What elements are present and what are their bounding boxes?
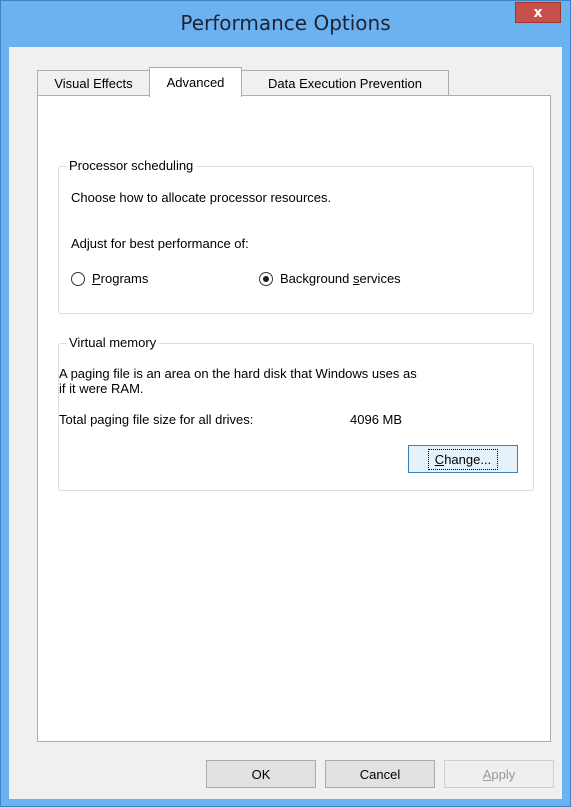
tab-label: Data Execution Prevention — [268, 76, 422, 91]
close-button[interactable]: x — [515, 2, 561, 23]
close-icon: x — [533, 4, 543, 21]
tab-data-execution-prevention[interactable]: Data Execution Prevention — [241, 70, 449, 96]
total-paging-value: 4096 MB — [350, 412, 403, 427]
title-bar[interactable]: Performance Options x — [1, 1, 570, 47]
programs-radio[interactable] — [71, 272, 85, 286]
advanced-tab-panel: Processor scheduling Choose how to alloc… — [37, 95, 551, 742]
change-button-label: Change... — [427, 448, 499, 470]
tab-label: Visual Effects — [54, 76, 133, 91]
apply-label: Apply — [482, 766, 516, 782]
tab-visual-effects[interactable]: Visual Effects — [37, 70, 150, 96]
virtual-memory-description-line1: A paging file is an area on the hard dis… — [59, 366, 417, 381]
ok-label: OK — [251, 766, 271, 782]
adjust-label: Adjust for best performance of: — [71, 236, 249, 251]
cancel-label: Cancel — [359, 766, 401, 782]
window-title: Performance Options — [180, 11, 391, 35]
virtual-memory-group: Virtual memory A paging file is an area … — [58, 335, 534, 491]
ok-button[interactable]: OK — [206, 760, 316, 788]
programs-label[interactable]: Programs — [92, 271, 148, 287]
processor-description: Choose how to allocate processor resourc… — [71, 190, 332, 205]
virtual-memory-legend: Virtual memory — [66, 335, 160, 350]
background-services-radio[interactable] — [259, 272, 273, 286]
apply-button[interactable]: Apply — [444, 760, 554, 788]
virtual-memory-description-line2: if it were RAM. — [59, 381, 144, 396]
change-button[interactable]: Change... — [408, 445, 518, 473]
total-paging-label: Total paging file size for all drives: — [59, 412, 254, 427]
tab-advanced[interactable]: Advanced — [149, 67, 242, 97]
cancel-button[interactable]: Cancel — [325, 760, 435, 788]
performance-options-window: Performance Options x Visual Effects Adv… — [0, 0, 571, 807]
dialog-client-area: Visual Effects Advanced Data Execution P… — [9, 47, 562, 799]
processor-scheduling-legend: Processor scheduling — [66, 158, 197, 173]
tab-strip: Visual Effects Advanced Data Execution P… — [9, 67, 562, 97]
processor-scheduling-group: Processor scheduling Choose how to alloc… — [58, 158, 534, 314]
tab-label: Advanced — [166, 75, 225, 90]
background-services-label[interactable]: Background services — [280, 271, 401, 287]
